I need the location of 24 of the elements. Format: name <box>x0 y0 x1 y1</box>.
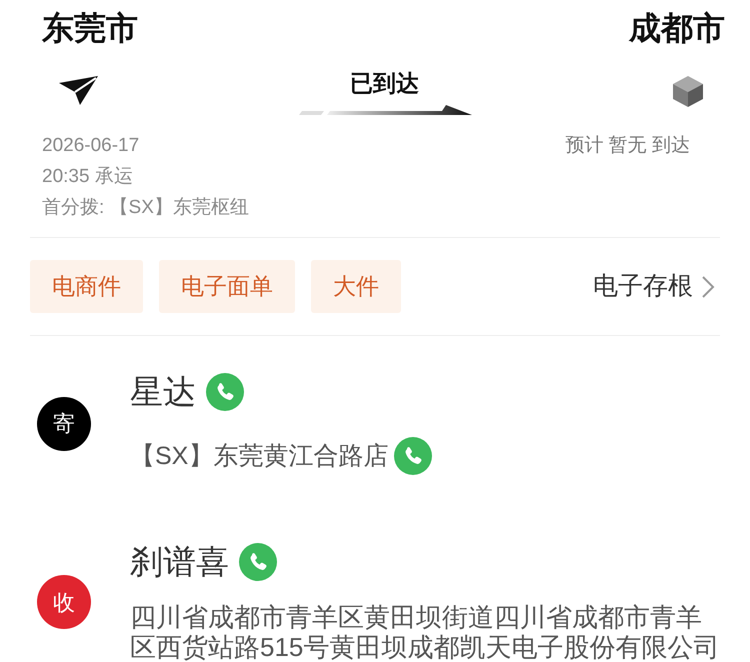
destination-city: 成都市 <box>629 9 725 48</box>
contact-name: 刹谱喜 <box>130 542 229 582</box>
arrow-icon <box>297 104 472 116</box>
tag: 电商件 <box>30 260 143 313</box>
contact-address: 四川省成都市青羊区黄田坝街道四川省成都市青羊区西货站路515号黄田坝成都凯天电子股份有限公司 <box>130 602 720 662</box>
cube-icon <box>671 74 705 108</box>
paper-plane-icon <box>58 75 98 105</box>
tag: 大件 <box>311 260 401 313</box>
eta-text: 预计 暂无 到达 <box>565 134 690 158</box>
phone-icon[interactable] <box>206 373 244 411</box>
phone-icon[interactable] <box>239 543 277 581</box>
tag: 电子面单 <box>159 260 295 313</box>
role-badge: 寄 <box>37 396 91 450</box>
stub-link[interactable]: 电子存根 <box>593 268 715 306</box>
status-label: 已到达 <box>350 69 419 98</box>
shipment-detail: 20:35 承运 <box>42 165 134 189</box>
contact-address: 【SX】东莞黄江合路店 <box>130 441 388 472</box>
shipment-detail: 首分拨: 【SX】东莞枢纽 <box>42 196 250 220</box>
origin-city: 东莞市 <box>42 9 138 48</box>
phone-icon[interactable] <box>394 437 432 475</box>
role-badge: 收 <box>37 575 91 629</box>
contact-name: 星达 <box>130 372 196 412</box>
chevron-right-icon <box>701 274 715 298</box>
shipment-detail: 2026-06-17 <box>42 134 140 158</box>
